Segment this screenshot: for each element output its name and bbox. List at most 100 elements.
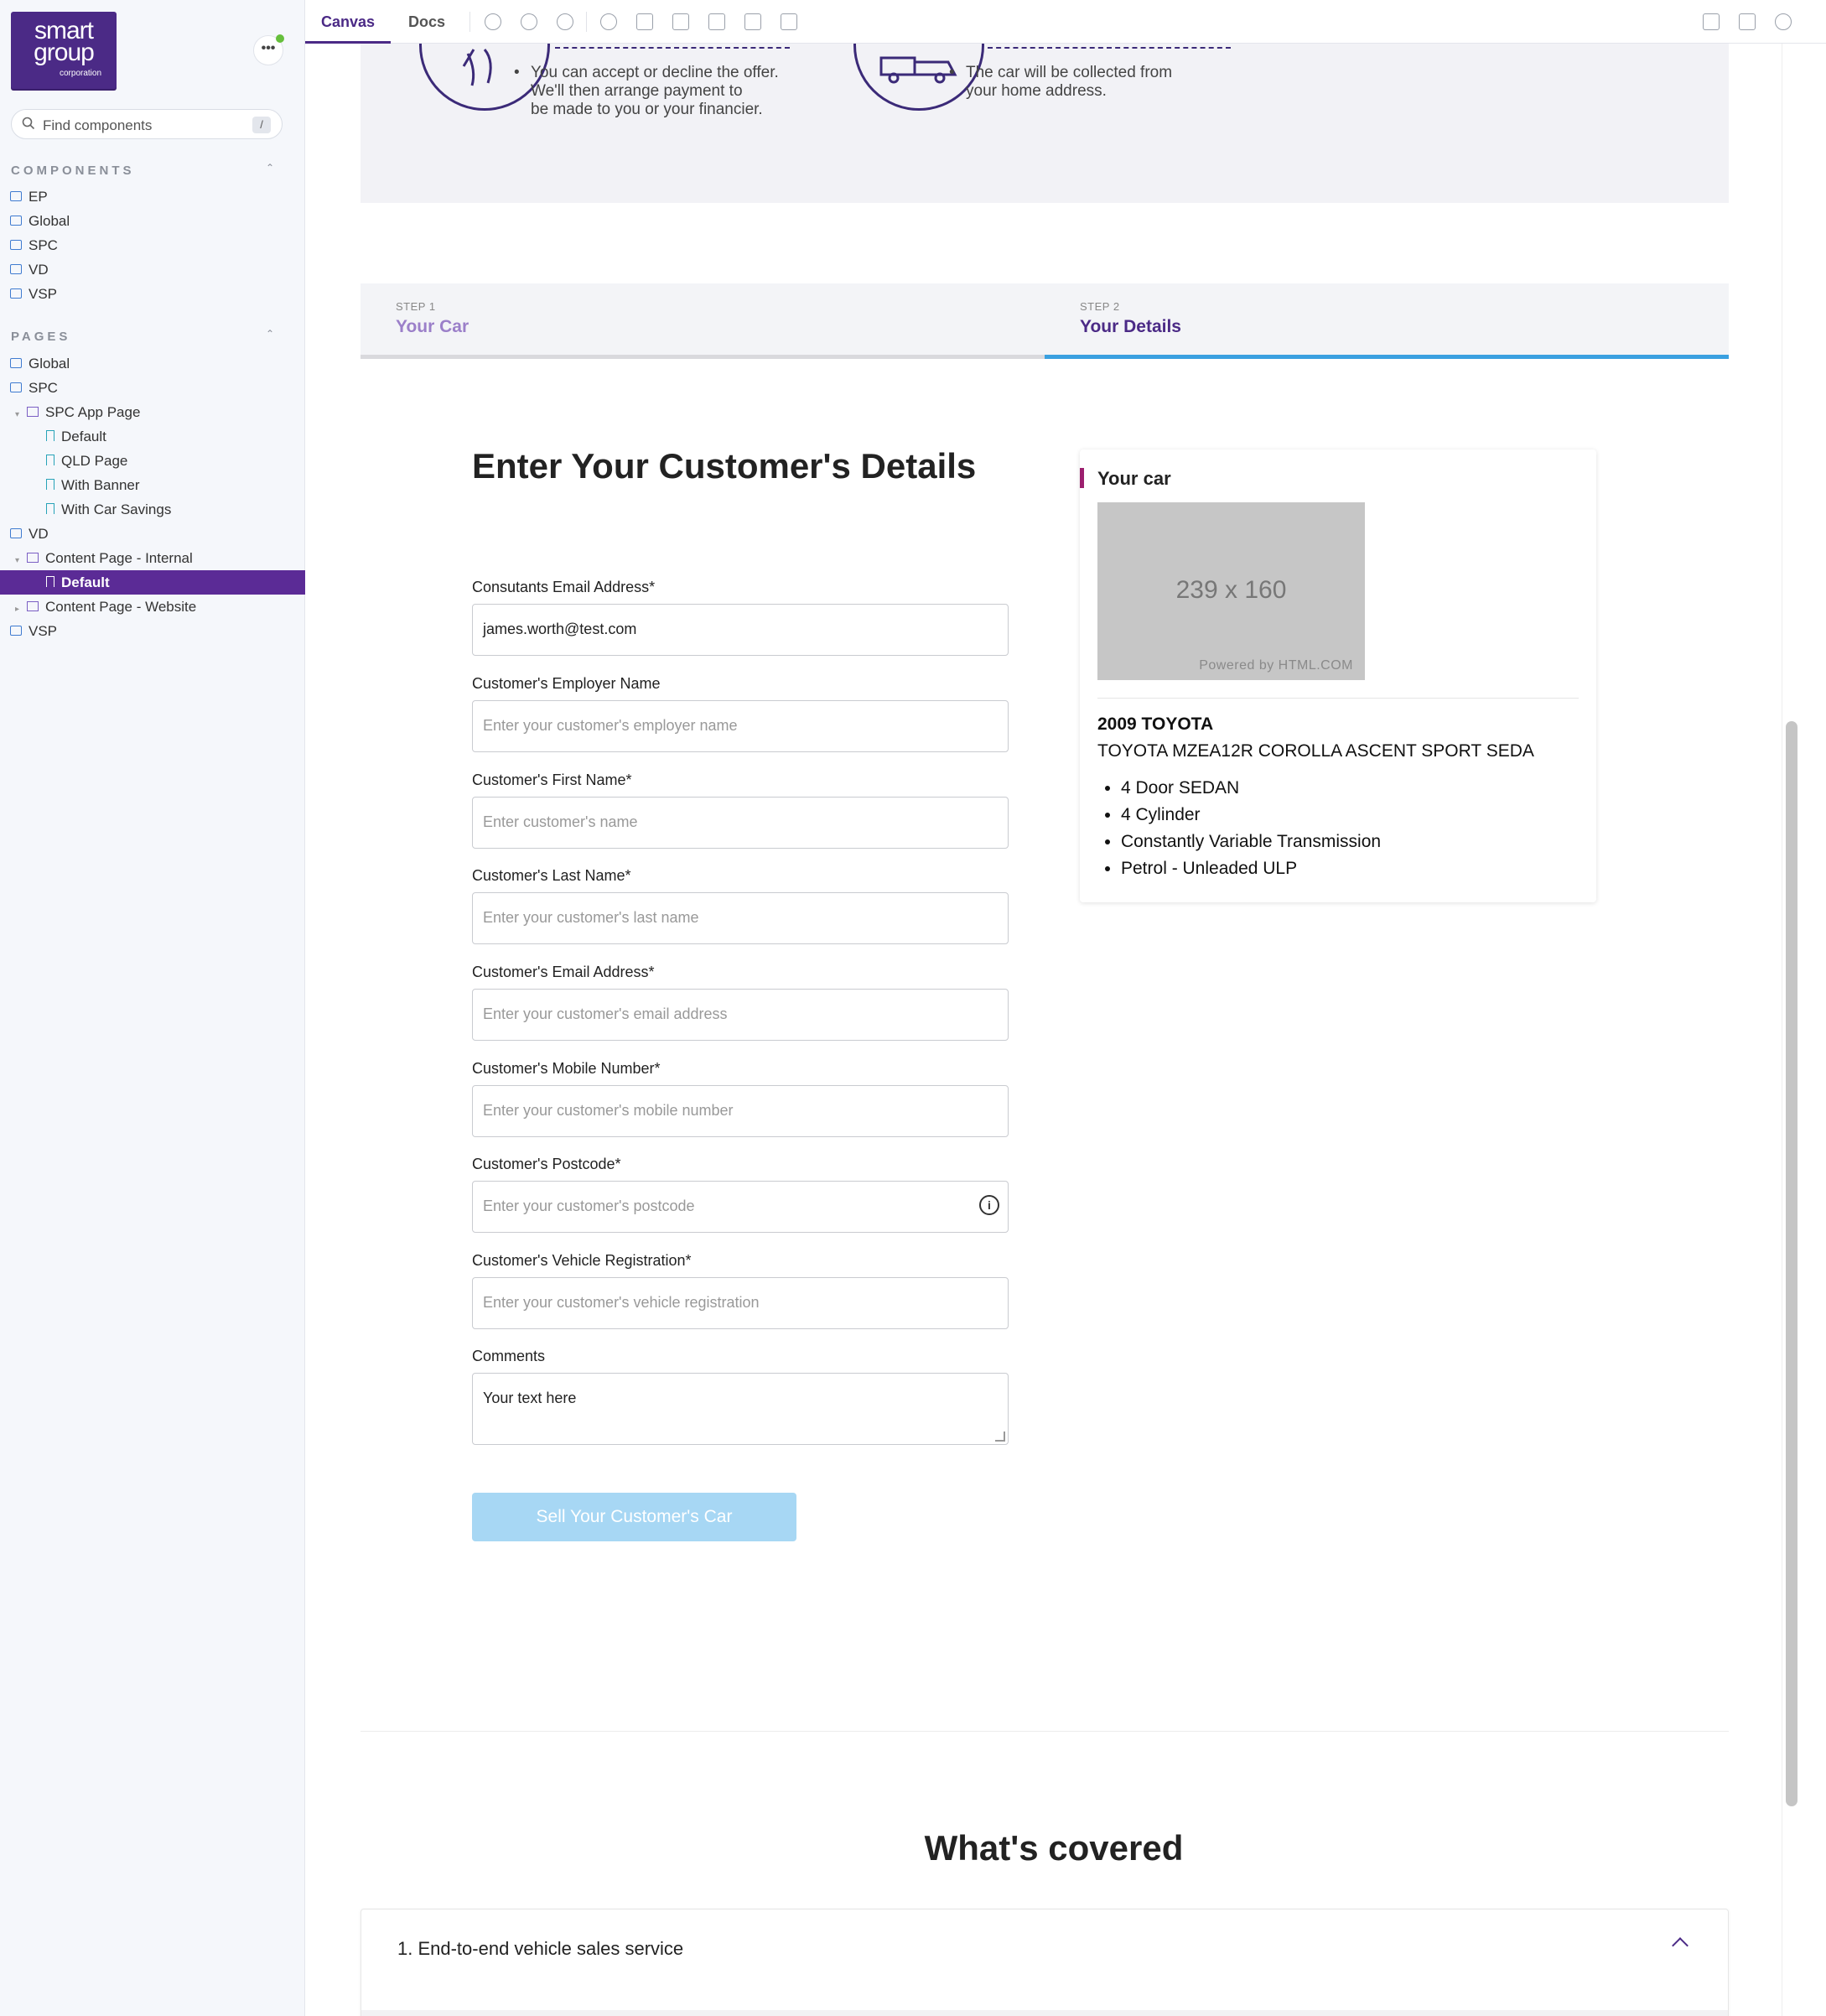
sidebar-item-vd-pages[interactable]: VD xyxy=(10,522,49,546)
step-1-tab[interactable]: STEP 1 Your Car xyxy=(361,283,1045,359)
zoom-in-icon[interactable] xyxy=(485,13,501,30)
search-shortcut-key: / xyxy=(252,117,271,133)
resize-handle-icon[interactable] xyxy=(995,1431,1005,1442)
chevron-up-icon[interactable] xyxy=(1672,1937,1689,1954)
postcode-field[interactable]: Enter your customer's postcode i xyxy=(472,1181,1009,1233)
comments-text: Your text here xyxy=(483,1390,577,1406)
logo-line-2: group xyxy=(34,39,95,66)
accordion-item[interactable]: 1. End-to-end vehicle sales service xyxy=(361,1909,1729,2016)
sidebar-item-content-page-website[interactable]: ▸ Content Page - Website xyxy=(15,595,196,619)
form-title: Enter Your Customer's Details xyxy=(472,446,977,486)
sidebar-item-label: With Banner xyxy=(61,477,140,493)
sidebar-item-content-page-internal[interactable]: ▾ Content Page - Internal xyxy=(15,546,193,570)
open-new-tab-icon[interactable] xyxy=(1739,13,1756,30)
brand-logo[interactable]: smart group corporation xyxy=(11,12,117,89)
toolbar-divider xyxy=(586,12,587,32)
dashed-connector xyxy=(555,47,790,49)
bookmark-icon xyxy=(46,479,54,491)
employer-name-field[interactable]: Enter your customer's employer name xyxy=(472,700,1009,752)
zoom-out-icon[interactable] xyxy=(521,13,537,30)
sidebar-item-label: Default xyxy=(61,574,110,590)
grid-icon[interactable] xyxy=(672,13,689,30)
background-icon[interactable] xyxy=(708,13,725,30)
sidebar-item-global[interactable]: Global xyxy=(10,209,70,233)
first-name-field[interactable]: Enter customer's name xyxy=(472,797,1009,849)
sidebar: smart group corporation ••• Find compone… xyxy=(0,0,305,2016)
expand-caret-icon: ▾ xyxy=(15,556,20,565)
step-number: STEP 1 xyxy=(396,300,436,313)
canvas-scrollbar[interactable] xyxy=(1786,721,1797,1806)
tab-docs[interactable]: Docs xyxy=(392,0,461,44)
sidebar-item-label: VD xyxy=(29,526,49,542)
sidebar-item-label: QLD Page xyxy=(61,453,128,469)
measure-icon[interactable] xyxy=(744,13,761,30)
search-input[interactable]: Find components / xyxy=(11,109,283,139)
sidebar-item-ep[interactable]: EP xyxy=(10,184,48,209)
fullscreen-icon[interactable] xyxy=(1703,13,1720,30)
more-options-button[interactable]: ••• xyxy=(253,34,284,65)
folder-icon xyxy=(10,288,22,299)
copy-link-icon[interactable] xyxy=(1775,13,1792,30)
sidebar-item-label: EP xyxy=(29,189,48,205)
ellipsis-icon: ••• xyxy=(261,41,276,55)
postcode-label: Customer's Postcode* xyxy=(472,1156,621,1172)
sidebar-item-vd[interactable]: VD xyxy=(10,257,49,282)
sidebar-item-label: Global xyxy=(29,213,70,229)
step-2-tab[interactable]: STEP 2 Your Details xyxy=(1045,283,1729,359)
collapse-toggle-icon[interactable]: ⌃ xyxy=(266,328,278,340)
image-credit: Powered by HTML.COM xyxy=(1199,658,1353,673)
folder-icon xyxy=(10,263,22,274)
accessibility-icon[interactable] xyxy=(600,13,617,30)
collapse-toggle-icon[interactable]: ⌃ xyxy=(266,162,278,174)
consultant-email-field[interactable]: james.worth@test.com xyxy=(472,604,1009,656)
hero-bullet-collection: • The car will be collected from your hom… xyxy=(949,64,1173,100)
comments-label: Comments xyxy=(472,1348,546,1364)
sidebar-item-default-selected[interactable]: Default xyxy=(0,570,305,595)
toolbar: Canvas Docs xyxy=(305,0,1826,44)
first-name-label: Customer's First Name* xyxy=(472,772,632,788)
collection-circle-icon xyxy=(853,44,984,111)
tab-canvas[interactable]: Canvas xyxy=(305,0,392,44)
folder-icon xyxy=(10,625,22,636)
vehicle-registration-field[interactable]: Enter your customer's vehicle registrati… xyxy=(472,1277,1009,1329)
components-section-title: COMPONENTS xyxy=(11,164,135,178)
sidebar-item-default[interactable]: Default xyxy=(46,424,106,449)
search-icon xyxy=(22,117,35,130)
step-progress-bar xyxy=(1045,355,1729,359)
expand-caret-icon: ▾ xyxy=(15,410,20,419)
sidebar-item-label: Default xyxy=(61,429,106,444)
sidebar-item-vsp[interactable]: VSP xyxy=(10,282,57,306)
sidebar-item-spc[interactable]: SPC xyxy=(10,233,58,257)
car-specs-list: 4 Door SEDAN 4 Cylinder Constantly Varia… xyxy=(1121,775,1381,882)
mobile-number-field[interactable]: Enter your customer's mobile number xyxy=(472,1085,1009,1137)
sidebar-item-with-banner[interactable]: With Banner xyxy=(46,473,140,497)
step-label: Your Details xyxy=(1080,317,1181,336)
sidebar-item-label: VD xyxy=(29,262,49,278)
last-name-field[interactable]: Enter your customer's last name xyxy=(472,892,1009,944)
sell-car-button[interactable]: Sell Your Customer's Car xyxy=(472,1493,796,1541)
step-progress-bar xyxy=(361,355,1045,359)
hero-bullet-text: The car will be collected from your home… xyxy=(966,64,1173,100)
whats-covered-title: What's covered xyxy=(924,1828,1184,1868)
zoom-reset-icon[interactable] xyxy=(557,13,573,30)
image-icon[interactable] xyxy=(636,13,653,30)
sidebar-item-with-car-savings[interactable]: With Car Savings xyxy=(46,497,171,522)
sidebar-item-label: SPC xyxy=(29,380,58,396)
logo-line-3: corporation xyxy=(59,69,102,78)
sidebar-item-qld-page[interactable]: QLD Page xyxy=(46,449,127,473)
customer-email-label: Customer's Email Address* xyxy=(472,964,655,980)
car-year-make: 2009 TOYOTA xyxy=(1097,714,1214,734)
customer-email-field[interactable]: Enter your customer's email address xyxy=(472,989,1009,1041)
sidebar-item-spc-app-page[interactable]: ▾ SPC App Page xyxy=(15,400,140,424)
bookmark-icon xyxy=(46,576,54,588)
consultant-email-label: Consutants Email Address* xyxy=(472,579,656,595)
hero-bullet-offer: • You can accept or decline the offer. We… xyxy=(514,64,779,118)
info-icon[interactable]: i xyxy=(979,1195,999,1215)
comments-textarea[interactable]: Your text here xyxy=(472,1373,1009,1445)
sidebar-item-spc-pages[interactable]: SPC xyxy=(10,376,58,400)
canvas-preview: • You can accept or decline the offer. We… xyxy=(305,44,1803,2016)
sidebar-item-global-pages[interactable]: Global xyxy=(10,351,70,376)
sidebar-item-label: Content Page - Internal xyxy=(45,550,193,566)
outline-icon[interactable] xyxy=(781,13,797,30)
sidebar-item-vsp-pages[interactable]: VSP xyxy=(10,619,57,643)
